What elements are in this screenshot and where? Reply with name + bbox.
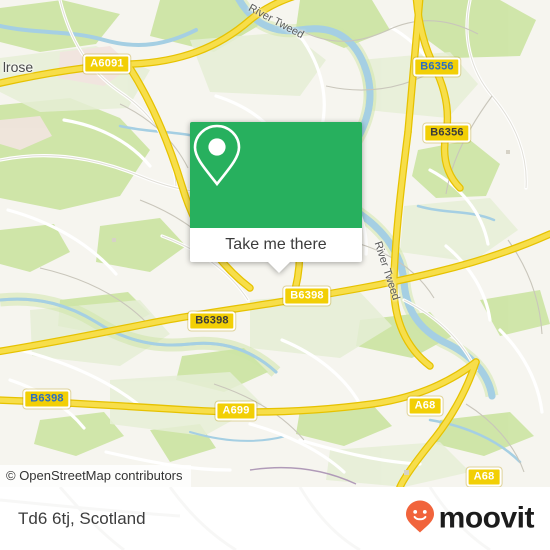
place-label-melrose: lrose: [2, 59, 34, 75]
moovit-logo[interactable]: moovit: [405, 499, 535, 538]
take-me-there-popup[interactable]: Take me there: [190, 122, 362, 273]
take-me-there-label: Take me there: [225, 236, 327, 253]
road-shield-b6398-west[interactable]: B6398: [188, 311, 236, 331]
road-shield-a68-north[interactable]: A68: [407, 396, 443, 416]
moovit-wordmark: moovit: [438, 501, 535, 535]
road-shield-b6398-southwest[interactable]: B6398: [23, 389, 71, 409]
road-shield-a699[interactable]: A699: [215, 401, 257, 421]
footer-bar: Td6 6tj, Scotland moovit: [0, 487, 550, 550]
take-me-there-button[interactable]: Take me there: [190, 228, 362, 262]
moovit-smiley-pin-icon: [405, 499, 435, 538]
road-shield-b6356-south[interactable]: B6356: [423, 123, 471, 143]
road-shield-a68-south[interactable]: A68: [466, 467, 502, 487]
osm-attribution[interactable]: © OpenStreetMap contributors: [0, 465, 191, 487]
page-title: Td6 6tj, Scotland: [18, 508, 146, 528]
road-shield-a6091[interactable]: A6091: [83, 54, 131, 74]
map-canvas[interactable]: lrose River Tweed River Tweed A6091 B635…: [0, 0, 550, 487]
popup-pointer-tail: [268, 262, 290, 273]
road-shield-b6398-centre[interactable]: B6398: [283, 286, 331, 306]
popup-header: [190, 122, 362, 228]
moovit-map-screen: lrose River Tweed River Tweed A6091 B635…: [0, 0, 550, 550]
road-shield-b6356-north[interactable]: B6356: [413, 57, 461, 77]
